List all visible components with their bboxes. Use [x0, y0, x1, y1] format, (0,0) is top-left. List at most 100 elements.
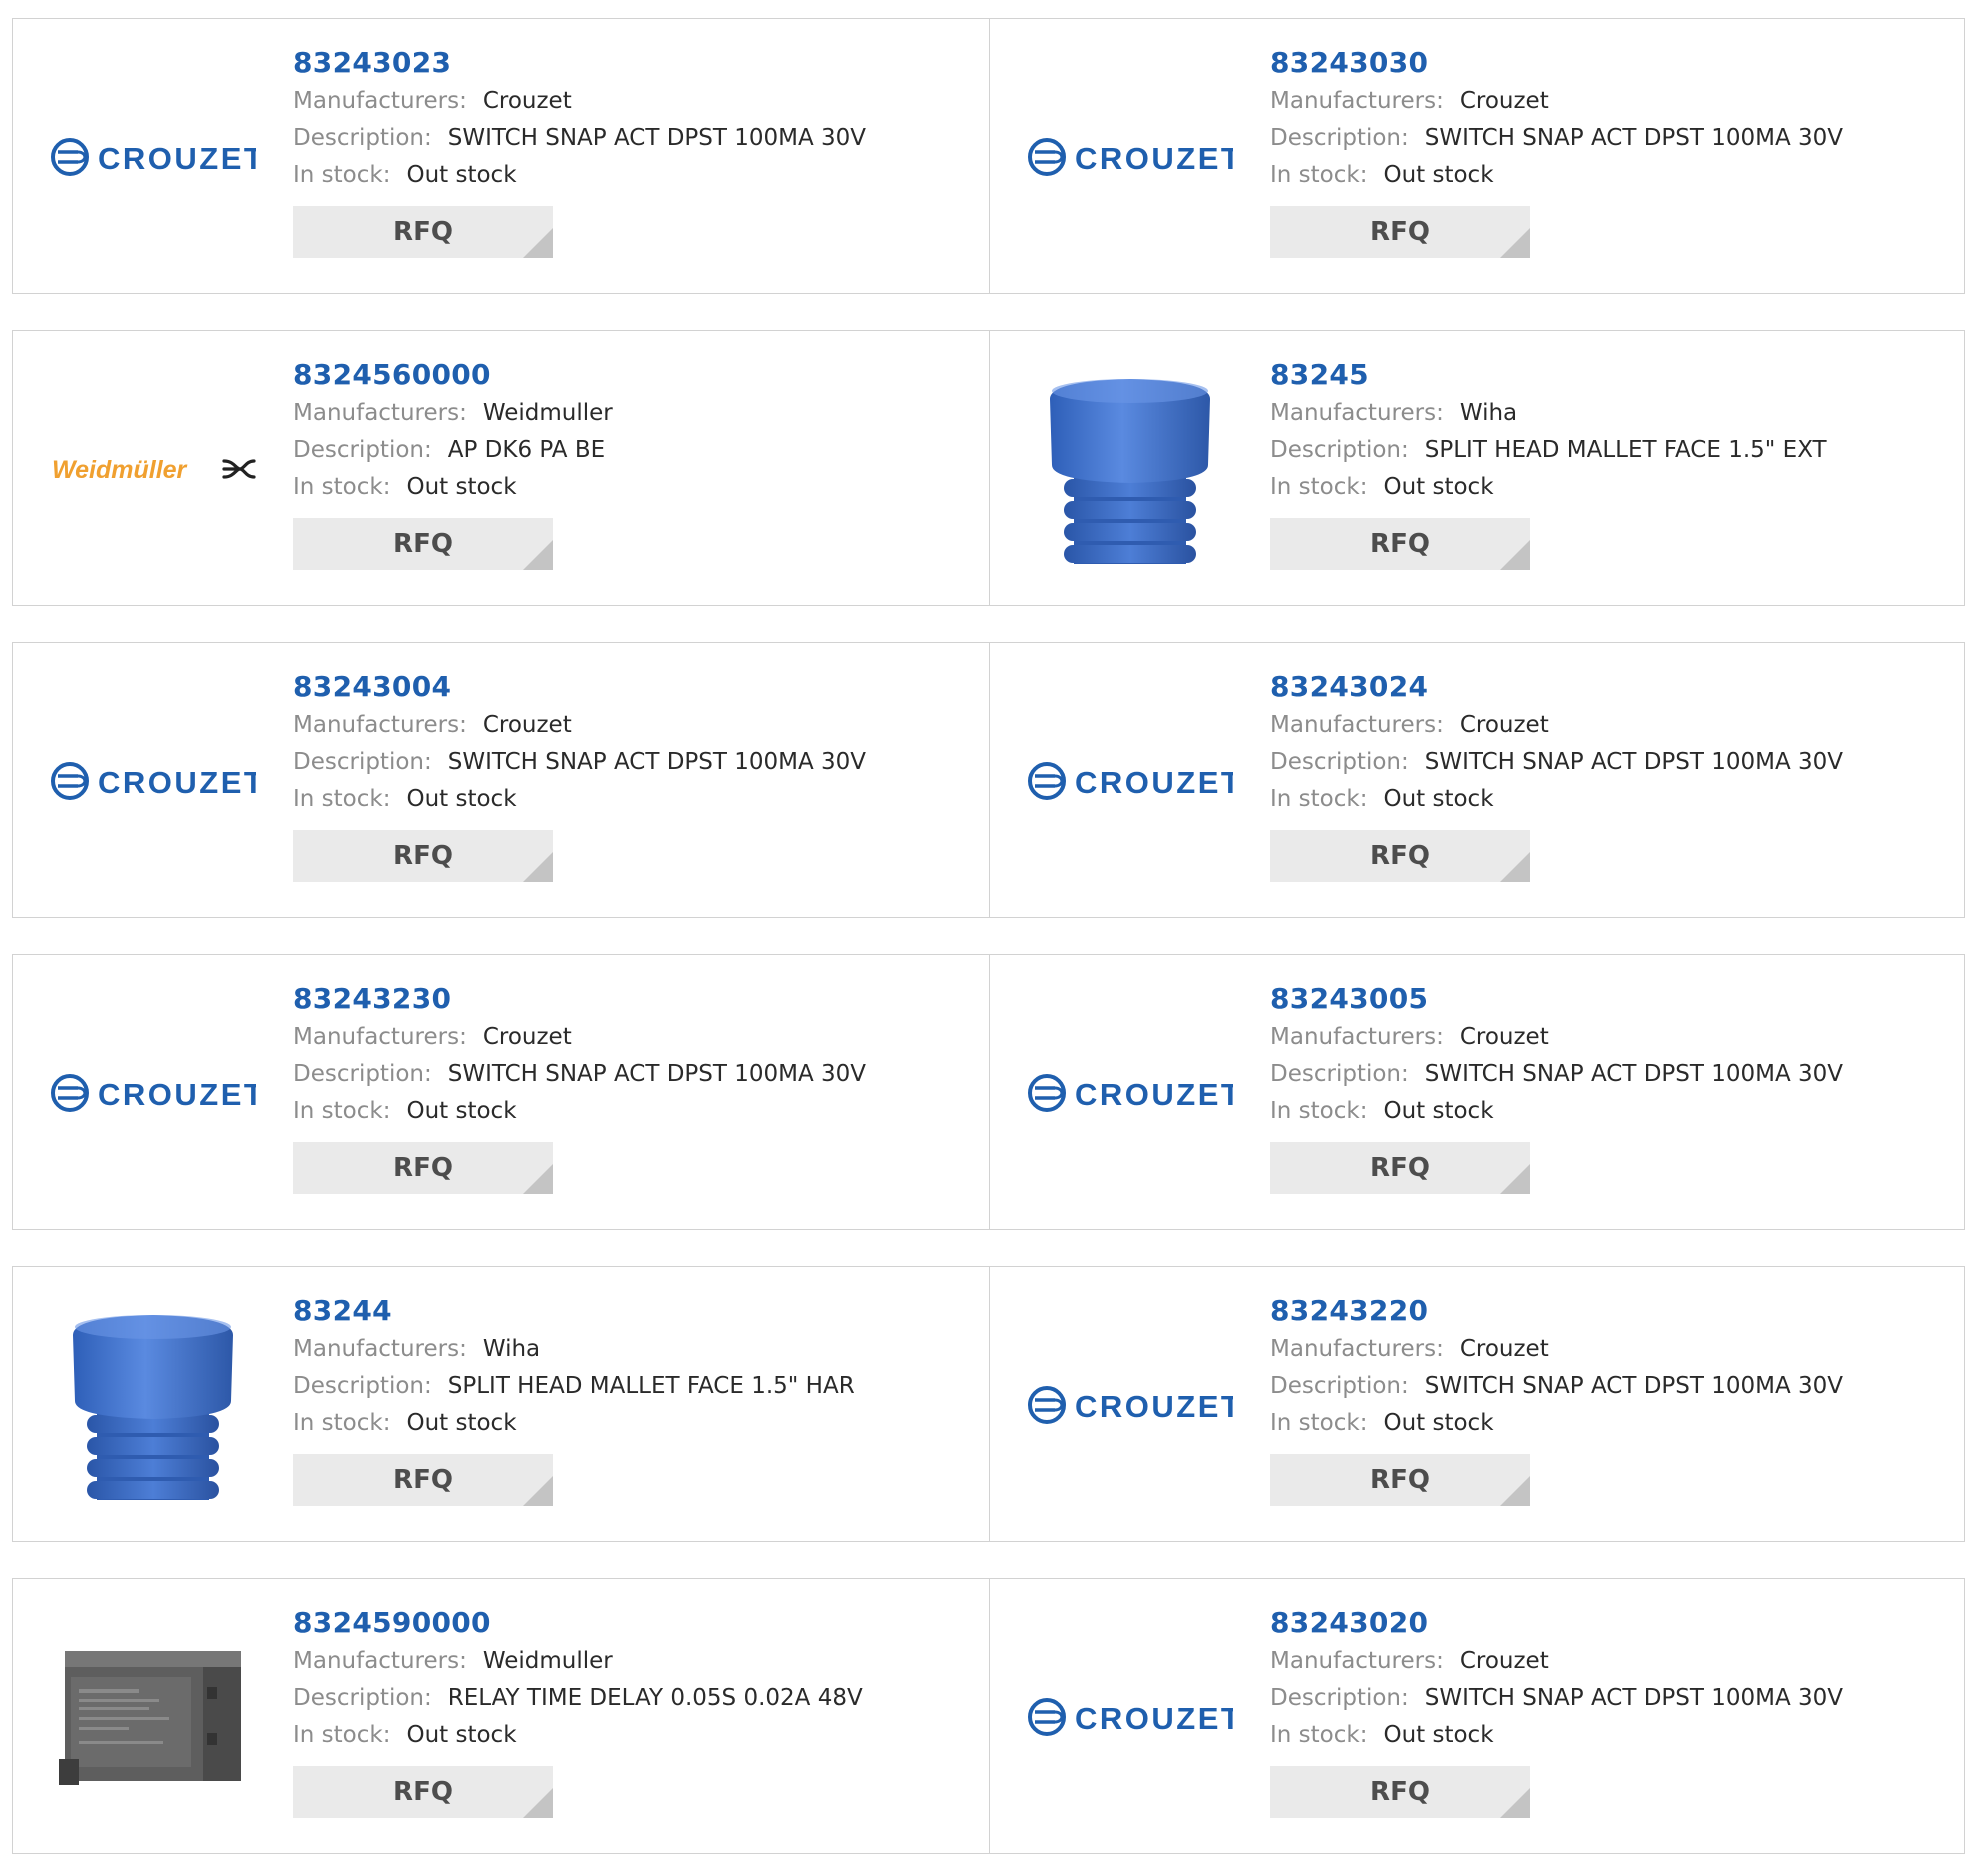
product-info: 83243004 Manufacturers: Crouzet Descripti…: [293, 667, 979, 882]
mallet-face-image: [1050, 379, 1210, 564]
stock-row: In stock: Out stock: [293, 781, 979, 818]
product-image[interactable]: [43, 1603, 263, 1831]
rfq-button[interactable]: RFQ: [1270, 1142, 1530, 1194]
product-info: 83243220 Manufacturers: Crouzet Descripti…: [1270, 1291, 1954, 1506]
rfq-label: RFQ: [1370, 1153, 1430, 1183]
manufacturer-label: Manufacturers:: [1270, 1648, 1444, 1674]
svg-text:CROUZET: CROUZET: [1075, 1077, 1233, 1112]
manufacturer-label: Manufacturers:: [293, 712, 467, 738]
part-number-link[interactable]: 83243024: [1270, 667, 1428, 707]
product-image[interactable]: CROUZET: [43, 979, 263, 1207]
product-info: 83244 Manufacturers: Wiha Description: SPL…: [293, 1291, 979, 1506]
corner-triangle-icon: [1500, 1164, 1530, 1194]
stock-value: Out stock: [406, 1410, 517, 1436]
rfq-button[interactable]: RFQ: [293, 1454, 553, 1506]
stock-label: In stock:: [293, 786, 391, 812]
corner-triangle-icon: [1500, 540, 1530, 570]
rfq-button[interactable]: RFQ: [293, 206, 553, 258]
product-image[interactable]: [1020, 355, 1240, 583]
rfq-button[interactable]: RFQ: [293, 830, 553, 882]
manufacturer-row: Manufacturers: Crouzet: [293, 1019, 979, 1056]
manufacturer-row: Manufacturers: Weidmuller: [293, 395, 979, 432]
product-info: 83243023 Manufacturers: Crouzet Descripti…: [293, 43, 979, 258]
description-row: Description: SWITCH SNAP ACT DPST 100MA 3…: [1270, 1680, 1954, 1717]
rfq-button[interactable]: RFQ: [1270, 518, 1530, 570]
manufacturer-value: Weidmuller: [482, 1648, 613, 1674]
stock-value: Out stock: [1383, 474, 1494, 500]
part-number-link[interactable]: 83245: [1270, 355, 1369, 395]
product-image[interactable]: CROUZET: [1020, 667, 1240, 895]
description-value: SWITCH SNAP ACT DPST 100MA 30V: [447, 125, 867, 151]
svg-text:CROUZET: CROUZET: [1075, 1389, 1233, 1424]
part-number-link[interactable]: 8324560000: [293, 355, 491, 395]
manufacturer-row: Manufacturers: Weidmuller: [293, 1643, 979, 1680]
stock-row: In stock: Out stock: [1270, 1093, 1954, 1130]
product-info: 83243020 Manufacturers: Crouzet Descripti…: [1270, 1603, 1954, 1818]
manufacturer-label: Manufacturers:: [1270, 712, 1444, 738]
product-image[interactable]: CROUZET: [1020, 43, 1240, 271]
stock-row: In stock: Out stock: [1270, 157, 1954, 194]
stock-row: In stock: Out stock: [293, 1405, 979, 1442]
description-value: SWITCH SNAP ACT DPST 100MA 30V: [1424, 1685, 1844, 1711]
manufacturer-label: Manufacturers:: [1270, 400, 1444, 426]
rfq-label: RFQ: [1370, 529, 1430, 559]
crouzet-logo-icon: CROUZET: [51, 1074, 256, 1112]
rfq-button[interactable]: RFQ: [293, 1766, 553, 1818]
part-number-link[interactable]: 83243030: [1270, 43, 1428, 83]
product-image[interactable]: CROUZET: [43, 43, 263, 271]
rfq-button[interactable]: RFQ: [293, 1142, 553, 1194]
rfq-button[interactable]: RFQ: [293, 518, 553, 570]
description-row: Description: SWITCH SNAP ACT DPST 100MA 3…: [1270, 1056, 1954, 1093]
rfq-button[interactable]: RFQ: [1270, 206, 1530, 258]
product-card: CROUZET 83243005 Manufacturers: Crouzet D…: [990, 954, 1965, 1230]
product-card: CROUZET 83243024 Manufacturers: Crouzet D…: [990, 642, 1965, 918]
description-value: SPLIT HEAD MALLET FACE 1.5" HAR: [447, 1373, 855, 1399]
product-image[interactable]: [43, 1291, 263, 1519]
manufacturer-value: Wiha: [482, 1336, 541, 1362]
stock-label: In stock:: [293, 1098, 391, 1124]
stock-value: Out stock: [406, 1722, 517, 1748]
product-info: 83243005 Manufacturers: Crouzet Descripti…: [1270, 979, 1954, 1194]
stock-label: In stock:: [293, 474, 391, 500]
product-card: CROUZET 83243030 Manufacturers: Crouzet D…: [990, 18, 1965, 294]
description-label: Description:: [1270, 1685, 1409, 1711]
svg-text:CROUZET: CROUZET: [1075, 1701, 1233, 1736]
stock-value: Out stock: [1383, 1098, 1494, 1124]
part-number-link[interactable]: 83243004: [293, 667, 451, 707]
stock-label: In stock:: [293, 1722, 391, 1748]
description-value: SWITCH SNAP ACT DPST 100MA 30V: [1424, 125, 1844, 151]
manufacturer-label: Manufacturers:: [1270, 88, 1444, 114]
part-number-link[interactable]: 83243020: [1270, 1603, 1428, 1643]
stock-row: In stock: Out stock: [293, 469, 979, 506]
product-grid: CROUZET 83243023 Manufacturers: Crouzet D…: [12, 18, 1965, 1854]
stock-label: In stock:: [1270, 786, 1368, 812]
stock-label: In stock:: [1270, 1410, 1368, 1436]
part-number-link[interactable]: 83243230: [293, 979, 451, 1019]
crouzet-logo-icon: CROUZET: [1028, 762, 1233, 800]
part-number-link[interactable]: 83243220: [1270, 1291, 1428, 1331]
product-image[interactable]: CROUZET: [1020, 979, 1240, 1207]
part-number-link[interactable]: 8324590000: [293, 1603, 491, 1643]
corner-triangle-icon: [1500, 852, 1530, 882]
product-image[interactable]: CROUZET: [1020, 1603, 1240, 1831]
corner-triangle-icon: [523, 852, 553, 882]
part-number-link[interactable]: 83243023: [293, 43, 451, 83]
part-number-link[interactable]: 83243005: [1270, 979, 1428, 1019]
description-label: Description:: [1270, 1373, 1409, 1399]
manufacturer-row: Manufacturers: Wiha: [293, 1331, 979, 1368]
part-number-link[interactable]: 83244: [293, 1291, 392, 1331]
stock-row: In stock: Out stock: [293, 1093, 979, 1130]
stock-value: Out stock: [406, 1098, 517, 1124]
product-image[interactable]: Weidmüller: [43, 355, 263, 583]
description-value: SWITCH SNAP ACT DPST 100MA 30V: [447, 749, 867, 775]
product-image[interactable]: CROUZET: [43, 667, 263, 895]
crouzet-logo-icon: CROUZET: [51, 138, 256, 176]
rfq-button[interactable]: RFQ: [1270, 1454, 1530, 1506]
product-card: CROUZET 83243004 Manufacturers: Crouzet D…: [12, 642, 990, 918]
stock-label: In stock:: [293, 1410, 391, 1436]
description-row: Description: SWITCH SNAP ACT DPST 100MA 3…: [293, 744, 979, 781]
rfq-button[interactable]: RFQ: [1270, 830, 1530, 882]
corner-triangle-icon: [523, 1164, 553, 1194]
rfq-button[interactable]: RFQ: [1270, 1766, 1530, 1818]
product-image[interactable]: CROUZET: [1020, 1291, 1240, 1519]
